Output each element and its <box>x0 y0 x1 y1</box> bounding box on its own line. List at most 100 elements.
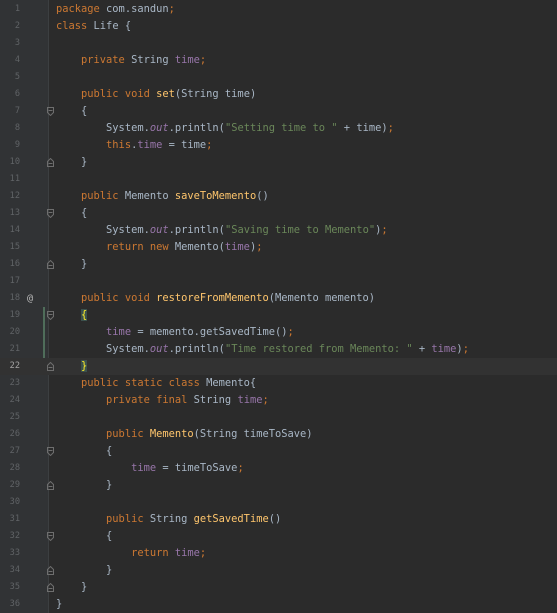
code-line[interactable]: 6 public void set(String time) <box>0 86 557 103</box>
line-number[interactable]: 25 <box>0 409 20 426</box>
code-text: System.out.println("Time restored from M… <box>56 341 469 358</box>
line-number[interactable]: 10 <box>0 154 20 171</box>
code-line[interactable]: 26 public Memento(String timeToSave) <box>0 426 557 443</box>
code-text: System.out.println("Setting time to " + … <box>56 120 394 137</box>
line-number[interactable]: 23 <box>0 375 20 392</box>
code-line[interactable]: 30 <box>0 494 557 511</box>
code-line[interactable]: 28 time = timeToSave; <box>0 460 557 477</box>
code-token: saveToMemento <box>174 190 257 202</box>
code-token: } <box>56 564 113 576</box>
fold-end-icon[interactable] <box>47 566 54 575</box>
code-line[interactable]: 19 { <box>0 307 557 324</box>
code-text: public void set(String time) <box>56 86 256 103</box>
line-number[interactable]: 16 <box>0 256 20 273</box>
code-line[interactable]: 14 System.out.println("Saving time to Me… <box>0 222 557 239</box>
line-number[interactable]: 33 <box>0 545 20 562</box>
code-line[interactable]: 15 return new Memento(time); <box>0 239 557 256</box>
fold-end-icon[interactable] <box>47 362 54 371</box>
line-number[interactable]: 28 <box>0 460 20 477</box>
line-number[interactable]: 18 <box>0 290 20 307</box>
line-number[interactable]: 3 <box>0 35 20 52</box>
code-line[interactable]: 24 private final String time; <box>0 392 557 409</box>
code-token: } <box>56 581 88 593</box>
code-line[interactable]: 13 { <box>0 205 557 222</box>
code-line[interactable]: 29 } <box>0 477 557 494</box>
fold-start-icon[interactable] <box>47 107 54 116</box>
line-number[interactable]: 13 <box>0 205 20 222</box>
line-number[interactable]: 11 <box>0 171 20 188</box>
code-line[interactable]: 9 this.time = time; <box>0 137 557 154</box>
code-line[interactable]: 23 public static class Memento{ <box>0 375 557 392</box>
code-line[interactable]: 5 <box>0 69 557 86</box>
line-number[interactable]: 22 <box>0 358 20 375</box>
code-line[interactable]: 25 <box>0 409 557 426</box>
code-line[interactable]: 34 } <box>0 562 557 579</box>
line-number[interactable]: 9 <box>0 137 20 154</box>
fold-start-icon[interactable] <box>47 311 54 320</box>
code-token: Memento <box>149 428 194 440</box>
code-line[interactable]: 32 { <box>0 528 557 545</box>
code-token: } <box>56 258 88 270</box>
code-line[interactable]: 33 return time; <box>0 545 557 562</box>
line-number[interactable]: 27 <box>0 443 20 460</box>
line-number[interactable]: 5 <box>0 69 20 86</box>
code-line[interactable]: 8 System.out.println("Setting time to " … <box>0 120 557 137</box>
code-editor[interactable]: 1 package com.sandun; 2 class Life {3 4 priv… <box>0 0 557 613</box>
line-number[interactable]: 32 <box>0 528 20 545</box>
line-number[interactable]: 2 <box>0 18 20 35</box>
code-line[interactable]: 17 <box>0 273 557 290</box>
fold-end-icon[interactable] <box>47 481 54 490</box>
code-line[interactable]: 3 <box>0 35 557 52</box>
line-number[interactable]: 14 <box>0 222 20 239</box>
line-number[interactable]: 19 <box>0 307 20 324</box>
line-number[interactable]: 34 <box>0 562 20 579</box>
line-number[interactable]: 4 <box>0 52 20 69</box>
code-line[interactable]: 31 public String getSavedTime() <box>0 511 557 528</box>
fold-end-icon[interactable] <box>47 260 54 269</box>
line-number[interactable]: 31 <box>0 511 20 528</box>
code-token: ; <box>387 122 394 134</box>
line-number[interactable]: 7 <box>0 103 20 120</box>
line-number[interactable]: 29 <box>0 477 20 494</box>
fold-end-icon[interactable] <box>47 158 54 167</box>
line-number[interactable]: 35 <box>0 579 20 596</box>
code-line[interactable]: 16 } <box>0 256 557 273</box>
code-line[interactable]: 10 } <box>0 154 557 171</box>
code-token: } <box>56 156 88 168</box>
code-text: System.out.println("Saving time to Memen… <box>56 222 388 239</box>
code-token: { <box>56 207 88 219</box>
code-token: return new <box>56 241 175 253</box>
code-line[interactable]: 1 package com.sandun; <box>0 1 557 18</box>
line-number[interactable]: 36 <box>0 596 20 613</box>
code-token: System. <box>56 343 150 355</box>
code-line[interactable]: 18 @ public void restoreFromMemento(Memen… <box>0 290 557 307</box>
line-number[interactable]: 12 <box>0 188 20 205</box>
line-number[interactable]: 17 <box>0 273 20 290</box>
line-number[interactable]: 26 <box>0 426 20 443</box>
line-number[interactable]: 20 <box>0 324 20 341</box>
code-text: return new Memento(time); <box>56 239 262 256</box>
code-line[interactable]: 21 System.out.println("Time restored fro… <box>0 341 557 358</box>
code-line[interactable]: 7 { <box>0 103 557 120</box>
code-line[interactable]: 22 } <box>0 358 557 375</box>
code-line[interactable]: 35 } <box>0 579 557 596</box>
code-line[interactable]: 36} <box>0 596 557 613</box>
fold-end-icon[interactable] <box>47 583 54 592</box>
line-number[interactable]: 6 <box>0 86 20 103</box>
line-number[interactable]: 30 <box>0 494 20 511</box>
override-marker-icon[interactable]: @ <box>27 290 33 307</box>
code-line[interactable]: 12 public Memento saveToMemento() <box>0 188 557 205</box>
line-number[interactable]: 15 <box>0 239 20 256</box>
fold-start-icon[interactable] <box>47 209 54 218</box>
code-line[interactable]: 20 time = memento.getSavedTime(); <box>0 324 557 341</box>
line-number[interactable]: 21 <box>0 341 20 358</box>
code-line[interactable]: 27 { <box>0 443 557 460</box>
fold-start-icon[interactable] <box>47 447 54 456</box>
code-line[interactable]: 4 private String time; <box>0 52 557 69</box>
line-number[interactable]: 24 <box>0 392 20 409</box>
code-line[interactable]: 11 <box>0 171 557 188</box>
fold-start-icon[interactable] <box>47 532 54 541</box>
line-number[interactable]: 1 <box>0 1 20 18</box>
code-line[interactable]: 2 class Life { <box>0 18 557 35</box>
line-number[interactable]: 8 <box>0 120 20 137</box>
